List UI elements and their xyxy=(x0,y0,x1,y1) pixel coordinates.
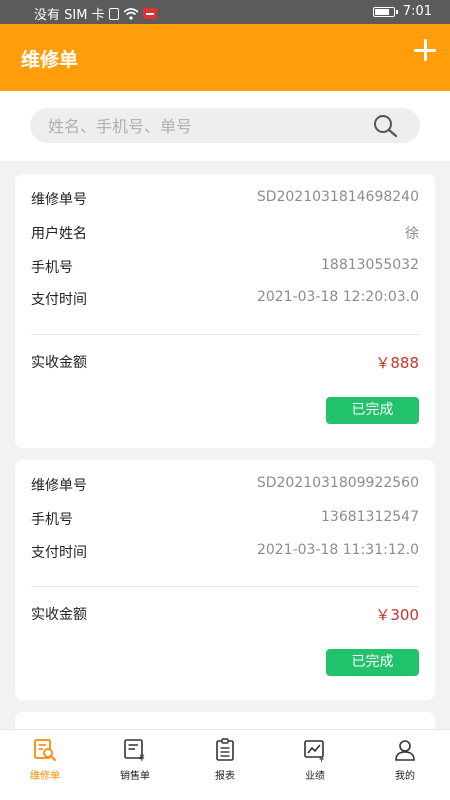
wifi-icon xyxy=(123,7,139,20)
order-row: 手机号 13681312547 xyxy=(31,509,419,531)
order-card[interactable]: 维修单号 SD2021031809922560 手机号 13681312547 … xyxy=(15,460,435,700)
search-input[interactable] xyxy=(46,108,370,145)
search-box[interactable] xyxy=(30,108,420,145)
row-value: SD2021031814698240 xyxy=(256,189,419,205)
row-value: 2021-03-18 12:20:03.0 xyxy=(256,289,419,305)
clock: 7:01 xyxy=(402,4,432,19)
search-icon[interactable] xyxy=(372,114,398,138)
svg-text:¥: ¥ xyxy=(139,754,145,762)
amount-row: 实收金额 ￥888 xyxy=(31,352,419,374)
status-badge[interactable]: 已完成 xyxy=(326,397,419,424)
sales-order-icon: ¥ xyxy=(124,739,145,762)
row-value: 18813055032 xyxy=(321,257,419,273)
row-label: 维修单号 xyxy=(31,192,87,208)
row-label: 维修单号 xyxy=(31,478,87,494)
nav-label: 业绩 xyxy=(305,771,325,782)
report-icon xyxy=(216,738,234,761)
row-label: 用户姓名 xyxy=(31,226,87,242)
add-button[interactable] xyxy=(414,39,436,61)
nav-item-reports[interactable]: 报表 xyxy=(180,730,270,800)
nav-item-performance[interactable]: ¥ 业绩 xyxy=(270,730,360,800)
amount-value: ￥300 xyxy=(375,606,419,624)
divider xyxy=(31,586,419,587)
order-card[interactable]: 维修单号 SD2021031814698240 用户姓名 徐 手机号 18813… xyxy=(15,174,435,448)
page-title: 维修单 xyxy=(21,49,79,71)
status-badge[interactable]: 已完成 xyxy=(326,649,419,676)
notification-badge-icon xyxy=(142,8,157,19)
order-row: 维修单号 SD2021031814698240 xyxy=(31,189,419,211)
sim-icon xyxy=(108,7,119,20)
row-value: 徐 xyxy=(405,226,419,242)
nav-item-profile[interactable]: 我的 xyxy=(360,730,450,800)
row-label: 支付时间 xyxy=(31,292,87,308)
status-bar: 没有 SIM 卡 7:01 xyxy=(0,0,450,24)
app-header: 维修单 xyxy=(0,24,450,91)
amount-label: 实收金额 xyxy=(31,355,87,371)
nav-label: 销售单 xyxy=(120,771,150,782)
nav-item-sales-orders[interactable]: ¥ 销售单 xyxy=(90,730,180,800)
svg-text:¥: ¥ xyxy=(319,755,324,762)
row-label: 手机号 xyxy=(31,260,73,276)
amount-row: 实收金额 ￥300 xyxy=(31,604,419,626)
amount-value: ￥888 xyxy=(375,354,419,372)
row-label: 手机号 xyxy=(31,512,73,528)
battery-icon xyxy=(372,6,398,17)
nav-label: 维修单 xyxy=(30,771,60,782)
search-bar xyxy=(0,91,450,161)
order-row: 支付时间 2021-03-18 11:31:12.0 xyxy=(31,542,419,564)
carrier-text: 没有 SIM 卡 xyxy=(34,8,105,23)
row-value: 13681312547 xyxy=(321,509,419,525)
repair-order-icon xyxy=(34,739,56,761)
nav-item-repair-orders[interactable]: 维修单 xyxy=(0,730,90,800)
profile-icon xyxy=(395,740,415,761)
row-label: 支付时间 xyxy=(31,545,87,561)
order-row: 用户姓名 徐 xyxy=(31,223,419,245)
bottom-nav: 维修单 ¥ 销售单 报表 ¥ 业绩 我的 xyxy=(0,729,450,800)
row-value: SD2021031809922560 xyxy=(256,475,419,491)
order-row: 手机号 18813055032 xyxy=(31,257,419,279)
nav-label: 我的 xyxy=(395,771,415,782)
order-row: 维修单号 SD2021031809922560 xyxy=(31,475,419,497)
nav-label: 报表 xyxy=(215,771,235,782)
performance-icon: ¥ xyxy=(304,740,324,762)
amount-label: 实收金额 xyxy=(31,607,87,623)
divider xyxy=(31,334,419,335)
order-row: 支付时间 2021-03-18 12:20:03.0 xyxy=(31,289,419,311)
status-bar-right: 7:01 xyxy=(372,4,432,19)
status-bar-left: 没有 SIM 卡 xyxy=(34,4,157,23)
row-value: 2021-03-18 11:31:12.0 xyxy=(256,542,419,558)
